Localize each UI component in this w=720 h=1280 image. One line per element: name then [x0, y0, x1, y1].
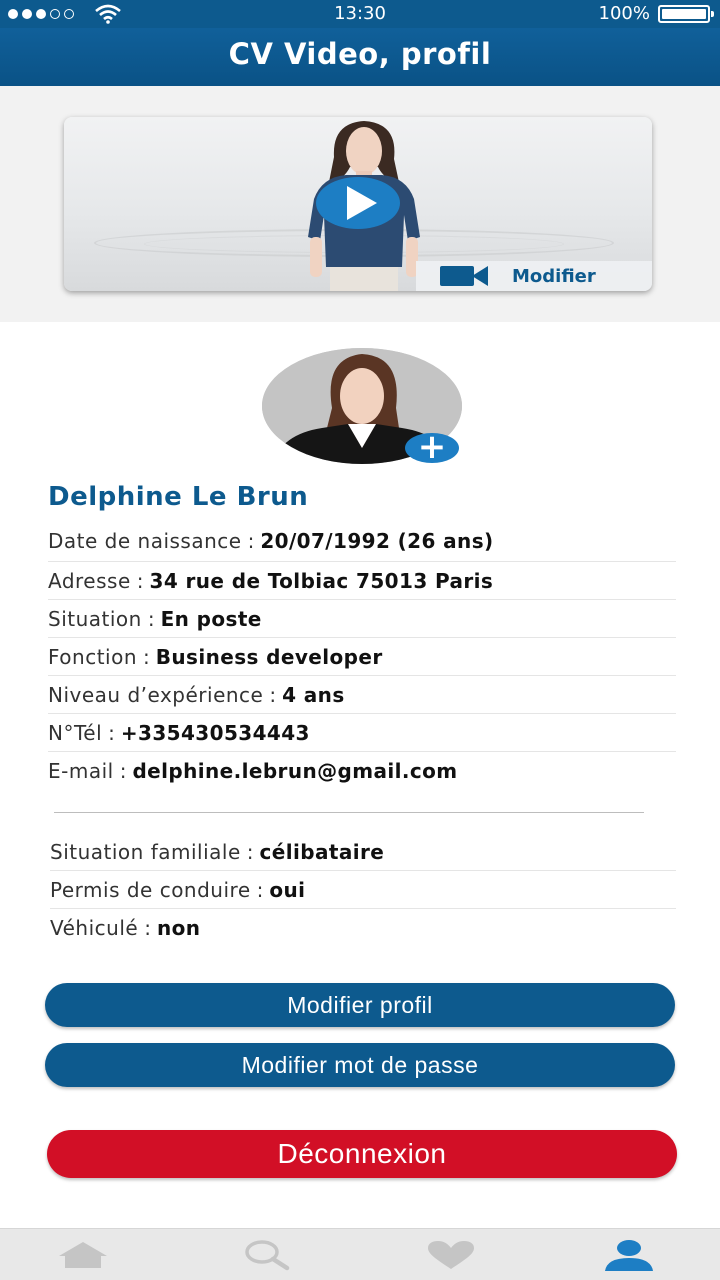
logout-button[interactable]: Déconnexion — [47, 1130, 677, 1178]
plus-icon: + — [417, 427, 447, 467]
tab-search[interactable] — [222, 1229, 312, 1280]
field-label: E-mail — [48, 759, 114, 783]
home-icon — [59, 1242, 107, 1268]
video-camera-icon — [440, 266, 488, 286]
tab-bar — [0, 1228, 720, 1280]
play-icon — [347, 186, 377, 220]
field-label: Situation familiale — [50, 839, 241, 864]
edit-profile-button[interactable]: Modifier profil — [45, 983, 675, 1027]
profile-name: Delphine Le Brun — [48, 482, 309, 512]
info-row-situation: Situation: En poste — [48, 600, 676, 638]
status-bar: 13:30 100% — [0, 0, 720, 28]
field-label: Véhiculé — [50, 916, 139, 940]
info-row-phone: N°Tél: +335430534443 — [48, 714, 676, 752]
profile-info-list: Date de naissance: 20/07/1992 (26 ans) A… — [48, 520, 676, 790]
tab-home[interactable] — [38, 1229, 128, 1280]
info-row-family: Situation familiale: célibataire — [50, 833, 676, 871]
search-icon — [245, 1240, 290, 1271]
field-label: Permis de conduire — [50, 877, 251, 902]
edit-video-label: Modifier — [512, 265, 596, 287]
field-value: Business developer — [155, 644, 383, 669]
add-photo-button[interactable]: + — [405, 430, 459, 464]
field-label: Fonction — [48, 644, 138, 669]
field-value: En poste — [160, 606, 262, 631]
battery-icon — [658, 4, 714, 23]
info-row-experience: Niveau d’expérience: 4 ans — [48, 676, 676, 714]
info-row-email: E-mail: delphine.lebrun@gmail.com — [48, 759, 458, 783]
profile-extra-list: Situation familiale: célibataire Permis … — [50, 833, 676, 947]
field-value: +335430534443 — [120, 720, 310, 745]
field-value: 34 rue de Tolbiac 75013 Paris — [149, 568, 494, 593]
tab-profile[interactable] — [584, 1229, 674, 1280]
play-button[interactable] — [316, 177, 400, 229]
field-label: Adresse — [48, 568, 131, 593]
info-row-vehicle: Véhiculé: non — [50, 916, 201, 940]
info-row-address: Adresse: 34 rue de Tolbiac 75013 Paris — [48, 562, 676, 600]
nav-bar: CV Video, profil — [0, 28, 720, 86]
video-section: Modifier — [0, 86, 720, 322]
battery-percent: 100% — [598, 3, 650, 24]
info-row-function: Fonction: Business developer — [48, 638, 676, 676]
edit-password-button[interactable]: Modifier mot de passe — [45, 1043, 675, 1087]
field-value: delphine.lebrun@gmail.com — [132, 759, 458, 783]
tab-favorites[interactable] — [406, 1229, 496, 1280]
field-value: 4 ans — [282, 682, 345, 707]
field-label: Date de naissance — [48, 528, 242, 553]
video-player[interactable]: Modifier — [64, 117, 652, 291]
page-title: CV Video, profil — [228, 37, 492, 71]
field-value: célibataire — [259, 839, 385, 864]
field-label: Situation — [48, 606, 142, 631]
field-value: 20/07/1992 (26 ans) — [260, 528, 494, 553]
edit-video-button[interactable]: Modifier — [416, 261, 652, 291]
info-row-birthdate: Date de naissance: 20/07/1992 (26 ans) — [48, 520, 676, 562]
field-label: Niveau d’expérience — [48, 682, 264, 707]
section-divider — [54, 812, 644, 813]
heart-icon — [428, 1241, 474, 1269]
field-value: oui — [269, 877, 306, 902]
field-value: non — [156, 916, 201, 940]
field-label: N°Tél — [48, 720, 103, 745]
user-icon — [605, 1240, 653, 1271]
info-row-license: Permis de conduire: oui — [50, 871, 676, 909]
